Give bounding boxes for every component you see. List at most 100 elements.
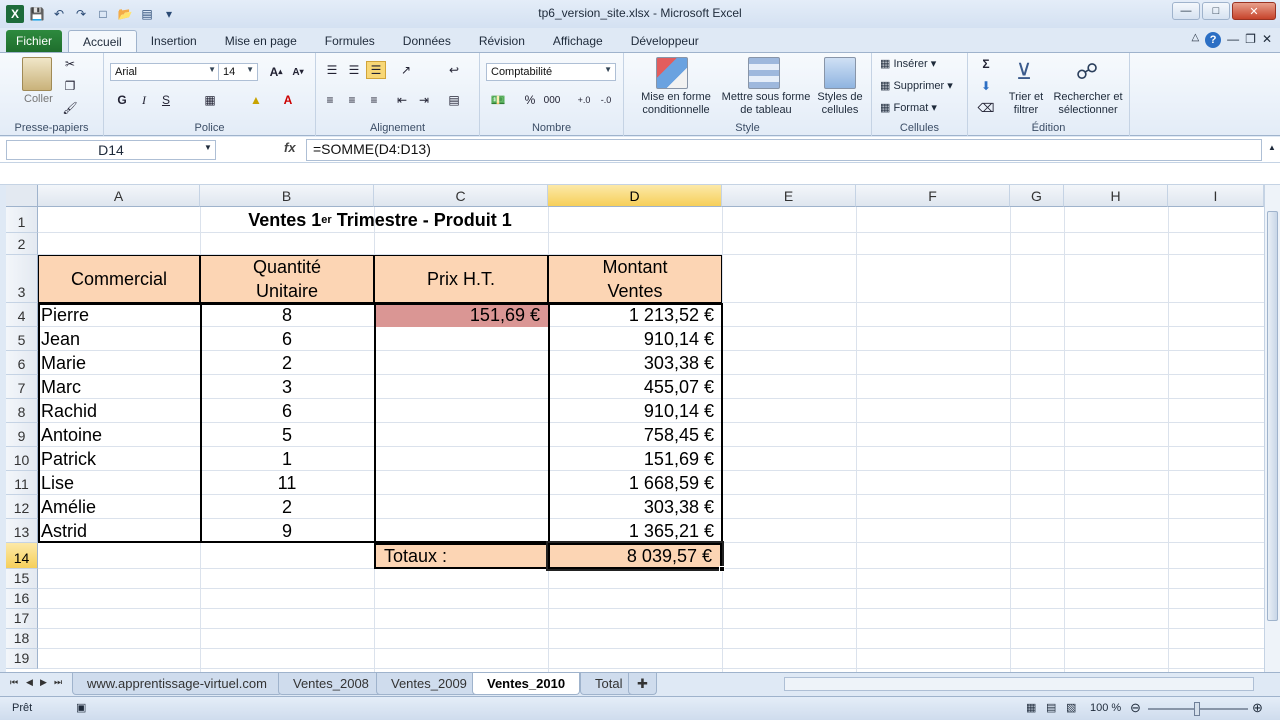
tab-home[interactable]: Accueil [68,30,137,52]
workbook-close-icon[interactable]: ✕ [1262,32,1272,48]
formula-input[interactable]: =SOMME(D4:D13) [306,139,1262,161]
row-header-8[interactable]: 8 [6,399,38,423]
workbook-minimize-icon[interactable]: — [1227,32,1239,48]
row-header-19[interactable]: 19 [6,649,38,669]
conditional-formatting-icon[interactable] [656,57,688,89]
decrease-decimal-icon[interactable]: -.0 [596,91,616,109]
zoom-level[interactable]: 100 % [1090,702,1121,714]
row-header-6[interactable]: 6 [6,351,38,375]
cell-commercial[interactable]: Amélie [38,495,200,519]
new-icon[interactable]: □ [94,5,112,23]
undo-icon[interactable]: ↶ [50,5,68,23]
font-color-icon[interactable]: A [278,91,298,109]
sheet-title-cell[interactable]: Ventes 1 er Trimestre - Produit 1 [38,207,722,233]
cell-amount[interactable]: 1 365,21 € [548,519,722,543]
font-size-select[interactable]: 14 ▼ [218,63,258,81]
tab-developer[interactable]: Développeur [617,30,713,52]
bold-button[interactable]: G [112,91,132,109]
cell-commercial[interactable]: Marie [38,351,200,375]
row-header-1[interactable]: 1 [6,207,38,233]
last-sheet-icon[interactable]: ⏭ [54,677,62,688]
insert-cells-button[interactable]: ▦ Insérer ▾ [880,57,936,70]
column-header-e[interactable]: E [722,185,856,207]
cell-amount[interactable]: 151,69 € [548,447,722,471]
sheet-tab[interactable]: Ventes_2009 [376,673,482,695]
underline-button[interactable]: S [156,91,176,109]
close-button[interactable]: ✕ [1232,2,1276,20]
header-quantity[interactable]: Quantité Unitaire [200,255,374,303]
collapse-ribbon-icon[interactable]: △ [1191,32,1199,48]
cell-amount[interactable]: 910,14 € [548,327,722,351]
chevron-down-icon[interactable]: ▼ [204,143,212,152]
row-header-4[interactable]: 4 [6,303,38,327]
sort-filter-icon[interactable]: ⊻ [1010,57,1038,87]
page-break-view-icon[interactable]: ▧ [1066,701,1076,714]
cell-quantity[interactable]: 2 [200,495,374,519]
cell-commercial[interactable]: Patrick [38,447,200,471]
column-header-i[interactable]: I [1168,185,1264,207]
orientation-icon[interactable]: ↗ [396,61,416,79]
column-header-c[interactable]: C [374,185,548,207]
customize-qat-icon[interactable]: ▾ [160,5,178,23]
workbook-restore-icon[interactable]: ❐ [1245,32,1256,48]
accounting-format-icon[interactable]: 💵 [488,91,508,109]
find-select-icon[interactable]: ☍ [1072,57,1102,87]
format-as-table-icon[interactable] [748,57,780,89]
thousands-button[interactable]: 000 [542,91,562,109]
vertical-scroll-thumb[interactable] [1267,211,1278,621]
row-header-11[interactable]: 11 [6,471,38,495]
percent-button[interactable]: % [520,91,540,109]
maximize-button[interactable]: □ [1202,2,1230,20]
cell-commercial[interactable]: Lise [38,471,200,495]
header-price[interactable]: Prix H.T. [374,255,548,303]
open-icon[interactable]: 📂 [116,5,134,23]
help-icon[interactable]: ? [1205,32,1222,48]
cell-commercial[interactable]: Pierre [38,303,200,327]
align-left-icon[interactable]: ≡ [320,91,340,109]
row-header-3[interactable]: 3 [6,255,38,303]
delete-cells-button[interactable]: ▦ Supprimer ▾ [880,79,953,92]
cell-price[interactable]: 151,69 € [374,303,548,327]
cell-quantity[interactable]: 5 [200,423,374,447]
zoom-in-icon[interactable]: ⊕ [1252,700,1263,716]
find-select-button[interactable]: Rechercher et sélectionner [1048,91,1128,117]
insert-function-icon[interactable]: fx [284,140,296,155]
totals-label[interactable]: Totaux : [374,543,548,569]
row-header-13[interactable]: 13 [6,519,38,543]
cell-amount[interactable]: 303,38 € [548,351,722,375]
row-header-9[interactable]: 9 [6,423,38,447]
cell-commercial[interactable]: Jean [38,327,200,351]
align-middle-icon[interactable]: ☰ [344,61,364,79]
tab-data[interactable]: Données [389,30,465,52]
totals-value-cell[interactable]: 8 039,57 € [546,541,724,571]
zoom-slider-thumb[interactable] [1194,702,1200,716]
merge-center-icon[interactable]: ▤ [444,91,464,109]
cell-amount[interactable]: 455,07 € [548,375,722,399]
paste-icon[interactable] [22,57,52,91]
align-right-icon[interactable]: ≡ [364,91,384,109]
macro-record-icon[interactable]: ▣ [76,701,86,714]
row-header-12[interactable]: 12 [6,495,38,519]
decrease-indent-icon[interactable]: ⇤ [392,91,412,109]
row-header-14[interactable]: 14 [6,543,38,569]
copy-icon[interactable]: ❐ [60,77,80,95]
column-header-f[interactable]: F [856,185,1010,207]
increase-decimal-icon[interactable]: +.0 [574,91,594,109]
align-center-icon[interactable]: ≡ [342,91,362,109]
name-box[interactable]: D14 [6,140,216,160]
next-sheet-icon[interactable]: ▶ [40,677,47,688]
tab-view[interactable]: Affichage [539,30,617,52]
italic-button[interactable]: I [134,91,154,109]
print-preview-icon[interactable]: ▤ [138,5,156,23]
normal-view-icon[interactable]: ▦ [1026,701,1036,714]
sheet-tab[interactable]: Ventes_2008 [278,673,384,695]
cell-amount[interactable]: 303,38 € [548,495,722,519]
format-painter-icon[interactable]: 🖌 [60,99,80,117]
cell-quantity[interactable]: 1 [200,447,374,471]
sheet-tab[interactable]: www.apprentissage-virtuel.com [72,673,282,695]
increase-indent-icon[interactable]: ⇥ [414,91,434,109]
redo-icon[interactable]: ↷ [72,5,90,23]
wrap-text-icon[interactable]: ↩ [444,61,464,79]
cell-quantity[interactable]: 3 [200,375,374,399]
tab-page-layout[interactable]: Mise en page [211,30,311,52]
